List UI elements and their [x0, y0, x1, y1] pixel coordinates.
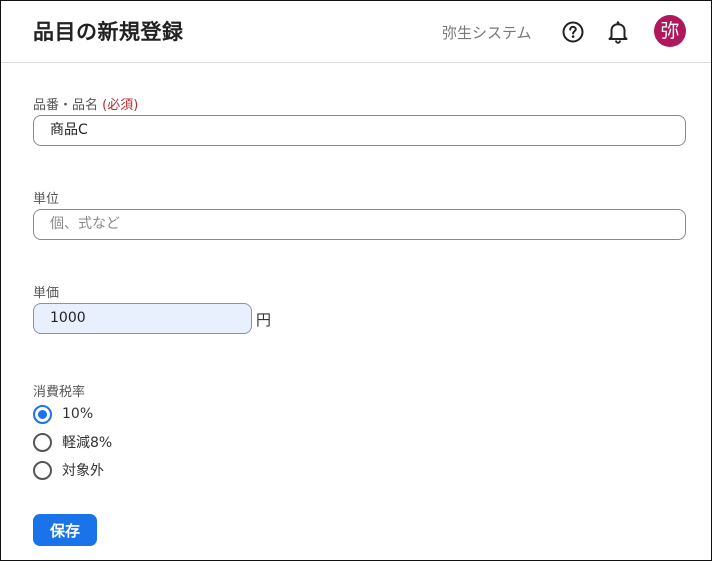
unit-label: 単位 [33, 192, 60, 207]
app-window: 品目の新規登録 弥生システム 弥 品番・品名 (必須) 商品C 単位 個、式など… [0, 0, 712, 561]
tax-option-label: 対象外 [62, 463, 104, 479]
item-name-label-text: 品番・品名 [33, 98, 99, 113]
required-marker: (必須) [102, 98, 139, 113]
item-name-label: 品番・品名 (必須) [33, 94, 138, 113]
page-title: 品目の新規登録 [33, 20, 184, 44]
header: 品目の新規登録 弥生システム 弥 [1, 1, 711, 63]
tax-option-label: 軽減8% [62, 435, 113, 451]
tax-option-exempt[interactable]: 対象外 [33, 460, 104, 480]
price-input[interactable]: 1000 [33, 303, 252, 334]
radio-button[interactable] [33, 460, 52, 480]
avatar[interactable]: 弥 [654, 15, 686, 47]
tax-option-reduced-8[interactable]: 軽減8% [33, 432, 112, 452]
save-button[interactable]: 保存 [33, 514, 97, 546]
tax-option-label: 10% [62, 406, 94, 422]
company-name[interactable]: 弥生システム [442, 22, 532, 43]
radio-button-selected[interactable] [33, 404, 52, 424]
price-suffix: 円 [256, 311, 272, 329]
price-label: 単価 [33, 286, 60, 301]
help-circle-icon[interactable] [562, 21, 584, 43]
radio-button[interactable] [33, 432, 52, 452]
item-name-input[interactable]: 商品C [33, 115, 686, 146]
tax-option-10[interactable]: 10% [33, 404, 93, 424]
bell-icon[interactable] [607, 20, 629, 44]
unit-input[interactable]: 個、式など [33, 209, 686, 240]
tax-rate-label: 消費税率 [33, 385, 86, 400]
unit-placeholder: 個、式など [50, 216, 120, 232]
